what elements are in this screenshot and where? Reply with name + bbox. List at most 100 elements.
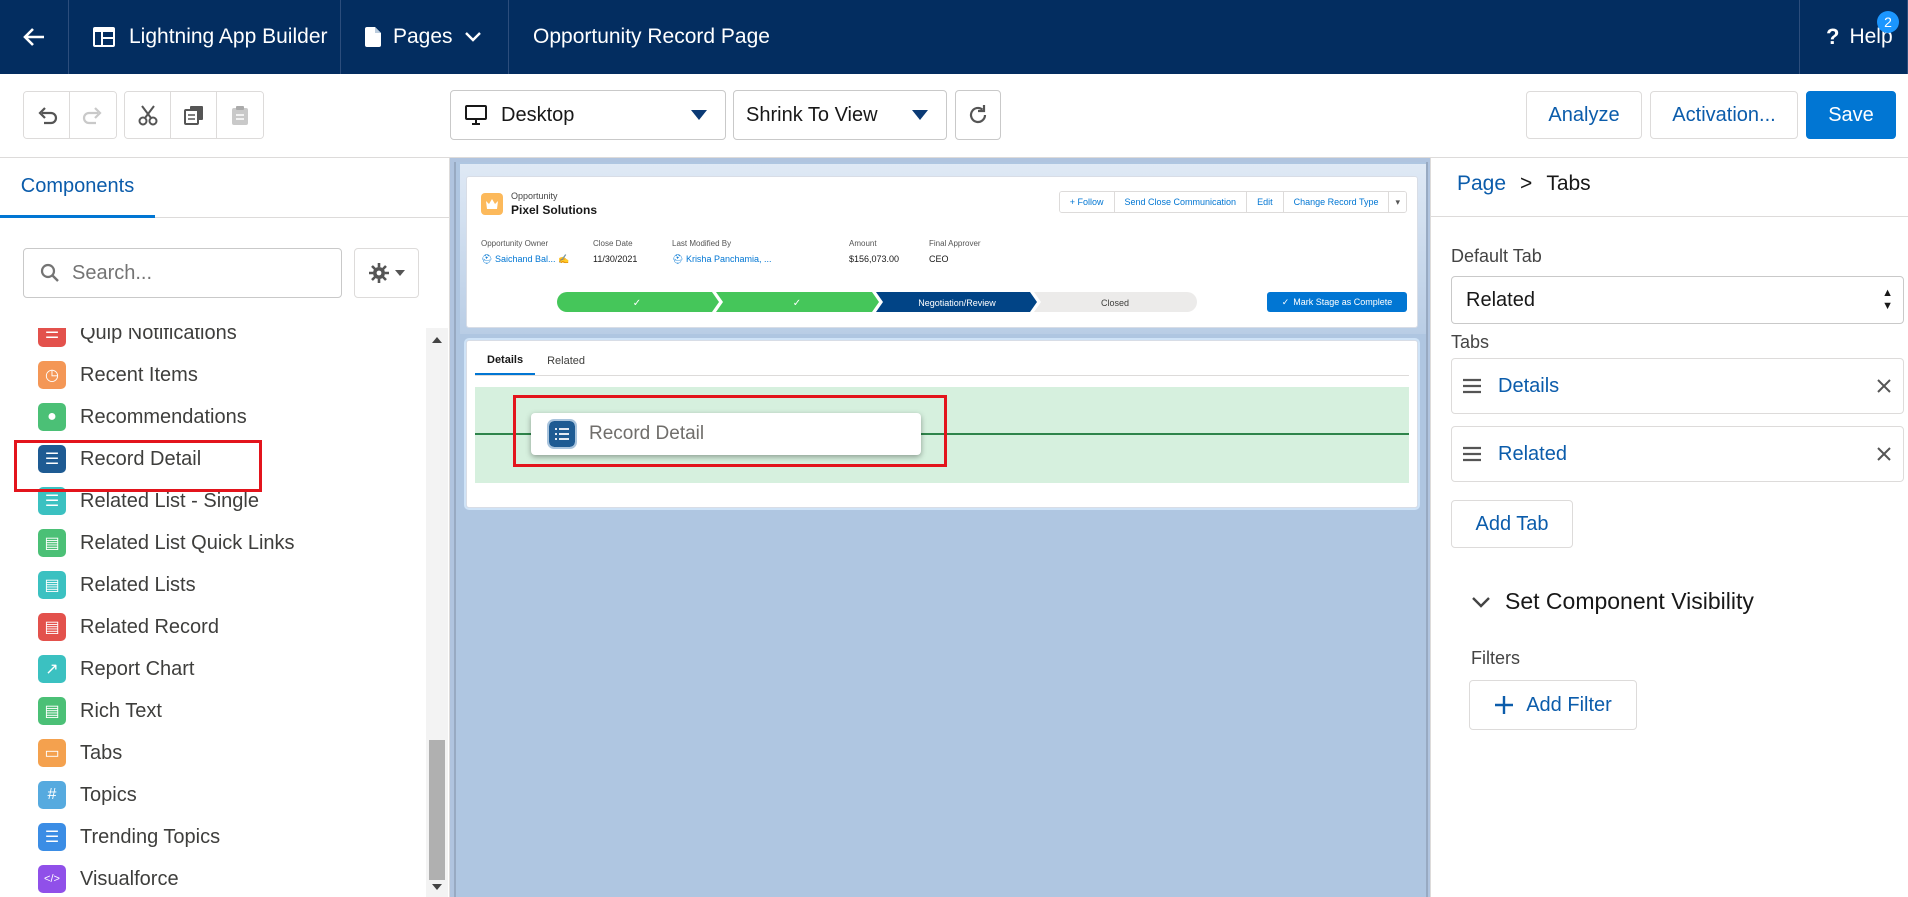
tab-components[interactable]: Components [0,158,155,218]
zoom-selector[interactable]: Shrink To View [733,90,947,140]
copy-button[interactable] [171,92,217,138]
component-item[interactable]: ☰ Trending Topics [38,820,220,854]
record-detail-highlight [14,440,262,492]
page-canvas: Opportunity Pixel Solutions + Follow Sen… [450,158,1430,897]
tab-related[interactable]: Related [535,347,597,375]
component-item[interactable]: ● Recommendations [38,400,247,434]
copy-icon [183,106,203,125]
breadcrumb-separator: > [1520,172,1533,195]
edit-action[interactable]: Edit [1247,192,1284,212]
chevron-down-icon [1472,596,1490,608]
add-filter-label: Add Filter [1526,693,1612,716]
mark-stage-complete-button[interactable]: ✓ Mark Stage as Complete [1267,292,1407,312]
scroll-down-icon[interactable] [426,879,448,895]
component-item[interactable]: ◷ Recent Items [38,358,198,392]
undo-button[interactable] [24,92,70,138]
paste-button[interactable] [217,92,263,138]
remove-tab-icon[interactable] [1873,375,1895,397]
component-item[interactable]: ▤ Rich Text [38,694,162,728]
change-owner-icon[interactable]: ✍ [555,254,569,264]
rich-text-icon: ▤ [38,697,66,725]
component-item-label: Recommendations [80,405,247,428]
tab-details[interactable]: Details [475,347,536,375]
device-selector[interactable]: Desktop [450,90,726,140]
component-item[interactable]: ▤ Related List Quick Links [38,526,295,560]
record-highlights-panel[interactable]: Opportunity Pixel Solutions + Follow Sen… [466,176,1418,328]
tabs-label: Tabs [1451,332,1490,352]
remove-tab-icon[interactable] [1873,443,1895,465]
component-item-label: Rich Text [80,699,162,722]
scissors-icon [138,105,157,126]
scroll-thumb[interactable] [429,740,445,880]
refresh-button[interactable] [955,90,1001,140]
tab-item-label[interactable]: Details [1498,375,1559,398]
breadcrumb-page-link[interactable]: Page [1457,172,1506,196]
plus-icon [1495,696,1514,714]
cut-button[interactable] [125,92,171,138]
record-name: Pixel Solutions [511,203,598,217]
drag-handle-icon[interactable] [1462,378,1482,394]
drag-handle-icon[interactable] [1462,446,1482,462]
field-value[interactable]: ⛑ Krisha Panchamia, ... [672,254,771,265]
component-drop-zone[interactable]: Record Detail [475,387,1409,483]
related-record-icon: ▤ [38,613,66,641]
back-button[interactable] [0,0,69,74]
analyze-button[interactable]: Analyze [1526,91,1642,139]
component-list-scrollbar[interactable] [426,328,448,897]
redo-button[interactable] [70,92,116,138]
tab-item-related[interactable]: Related [1451,426,1904,482]
add-tab-button[interactable]: Add Tab [1451,500,1573,548]
opportunity-crown-icon [481,193,503,215]
path-stage-3-label: Negotiation/Review [918,298,996,308]
scroll-up-icon[interactable] [426,332,448,348]
lightbulb-icon: ● [38,403,66,431]
settings-menu-button[interactable] [354,248,419,298]
default-tab-select[interactable]: Related ▲ ▼ [1451,276,1904,324]
send-close-communication-action[interactable]: Send Close Communication [1114,192,1248,212]
component-item[interactable]: ▭ Tabs [38,736,122,770]
path-stage-2-label: ✓ [793,298,801,309]
check-icon: ✓ [1281,296,1290,307]
default-tab-value: Related [1466,288,1535,311]
modified-by-link: Krisha Panchamia, ... [685,254,772,264]
component-item[interactable]: # Topics [38,778,137,812]
related-lists-icon: ▤ [38,571,66,599]
field-label: Final Approver [929,239,981,248]
tabs-component[interactable]: Details Related Record Detail [464,338,1420,510]
help-button[interactable]: ? Help 2 [1800,0,1908,74]
quick-links-icon: ▤ [38,529,66,557]
caret-down-icon [691,110,707,120]
add-filter-button[interactable]: Add Filter [1469,680,1637,730]
component-item[interactable]: ▤ Related Record [38,610,219,644]
field-label: Close Date [593,239,633,248]
drag-highlight [513,395,947,467]
code-icon: </> [38,865,66,893]
components-panel: Components ☰ Quip Notifications ◷ Recent It… [0,158,450,897]
mark-stage-label: Mark Stage as Complete [1293,297,1393,307]
activation-button[interactable]: Activation... [1650,91,1798,139]
desktop-icon [465,105,487,125]
builder-toolbar: Desktop Shrink To View Analyze Activatio… [0,74,1908,158]
component-item-label: Topics [80,783,137,806]
tab-item-label[interactable]: Related [1498,443,1567,466]
device-value: Desktop [501,103,575,126]
hashtag-icon: # [38,781,66,809]
component-item-label: Recent Items [80,363,198,386]
component-visibility-section[interactable]: Set Component Visibility [1471,588,1754,615]
component-item[interactable]: ▤ Related Lists [38,568,196,602]
path-stage-4-label: Closed [1101,298,1129,308]
tab-item-details[interactable]: Details [1451,358,1904,414]
more-actions-button[interactable]: ▾ [1389,192,1406,212]
pages-menu[interactable]: Pages [341,0,509,74]
follow-action[interactable]: + Follow [1059,192,1115,212]
save-button[interactable]: Save [1806,91,1896,139]
pages-label: Pages [393,25,453,48]
field-value[interactable]: ⛑ Saichand Bal... ✍ [481,254,569,265]
search-icon [40,263,59,282]
change-record-type-action[interactable]: Change Record Type [1283,192,1390,212]
search-input[interactable] [72,261,322,285]
component-item[interactable]: </> Visualforce [38,862,179,896]
component-search[interactable] [23,248,342,298]
component-item[interactable]: ↗ Report Chart [38,652,195,686]
component-item[interactable]: ☰ Quip Notifications [38,328,237,350]
